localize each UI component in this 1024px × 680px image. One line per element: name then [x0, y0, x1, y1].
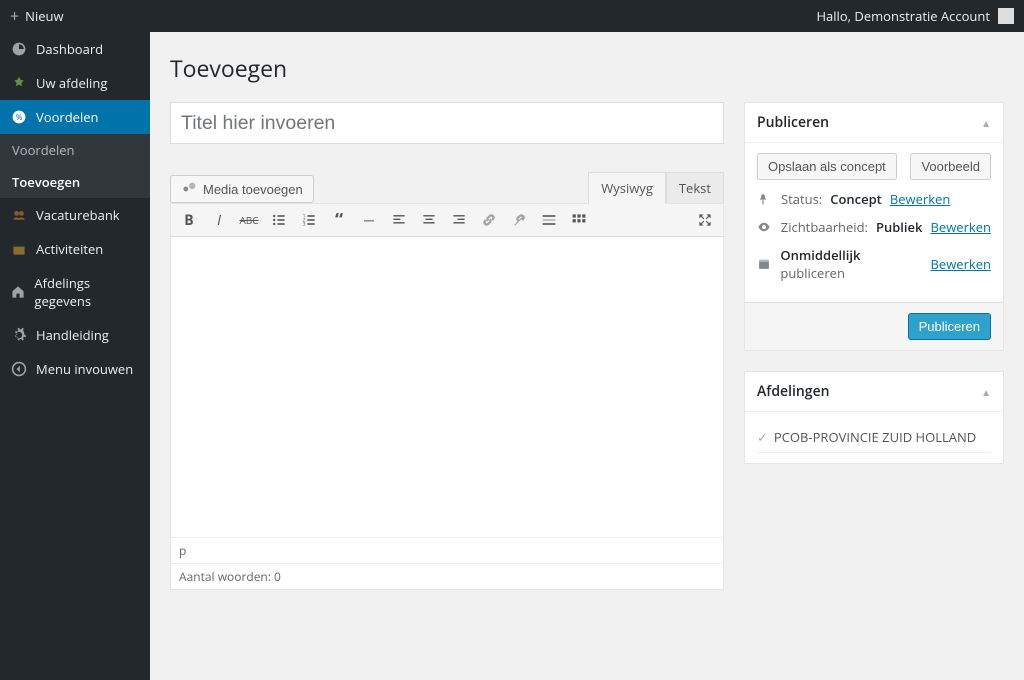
strikethrough-button[interactable]: ABC: [235, 206, 263, 234]
afdelingen-metabox: Afdelingen ▲ ✓ PCOB-PROVINCIE ZUID HOLLA…: [744, 371, 1004, 464]
gear-icon: [10, 326, 28, 344]
sidebar-item-label: Afdelings gegevens: [34, 274, 140, 310]
home-icon: [10, 283, 26, 301]
edit-schedule-link[interactable]: Bewerken: [931, 255, 992, 273]
italic-button[interactable]: I: [205, 206, 233, 234]
sidebar-item-vacaturebank[interactable]: Vacaturebank: [0, 198, 150, 232]
editor-element-path: p: [171, 537, 723, 563]
plus-icon: +: [10, 5, 19, 27]
sidebar-item-activiteiten[interactable]: Activiteiten: [0, 232, 150, 266]
sidebar-submenu: Voordelen Toevoegen: [0, 134, 150, 198]
status-label: Status:: [781, 190, 822, 208]
sidebar-item-voordelen[interactable]: % Voordelen: [0, 100, 150, 134]
formatting-toolbar: B I ABC 123 “ ─: [171, 204, 723, 237]
save-draft-button[interactable]: Opslaan als concept: [757, 153, 897, 180]
sidebar-item-label: Menu invouwen: [36, 360, 133, 378]
sidebar-item-label: Vacaturebank: [36, 206, 120, 224]
visibility-label: Zichtbaarheid:: [781, 218, 868, 236]
fullscreen-button[interactable]: [691, 206, 719, 234]
new-content-button[interactable]: + Nieuw: [10, 5, 64, 27]
schedule-suffix: publiceren: [780, 264, 845, 282]
pin-icon: [757, 192, 773, 206]
align-center-button[interactable]: [415, 206, 443, 234]
add-media-button[interactable]: Media toevoegen: [170, 175, 314, 203]
numbered-list-button[interactable]: 123: [295, 206, 323, 234]
align-right-button[interactable]: [445, 206, 473, 234]
sidebar-item-label: Activiteiten: [36, 240, 103, 258]
afdelingen-metabox-header[interactable]: Afdelingen ▲: [745, 372, 1003, 412]
publish-button[interactable]: Publiceren: [908, 313, 991, 340]
calendar-icon: [757, 257, 772, 271]
editor: B I ABC 123 “ ─: [170, 203, 724, 590]
new-label: Nieuw: [25, 7, 63, 25]
blockquote-button[interactable]: “: [325, 206, 353, 234]
toolbar-toggle-button[interactable]: [565, 206, 593, 234]
collapse-icon: [10, 360, 28, 378]
unlink-button[interactable]: [505, 206, 533, 234]
publish-status-row: Status: Concept Bewerken: [757, 190, 991, 208]
voordelen-icon: %: [10, 108, 28, 126]
publish-metabox-title: Publiceren: [757, 113, 829, 132]
publish-schedule-row: Onmiddellijk publiceren Bewerken: [757, 246, 991, 282]
activiteiten-icon: [10, 240, 28, 258]
afdeling-item[interactable]: ✓ PCOB-PROVINCIE ZUID HOLLAND: [757, 422, 991, 453]
dashboard-icon: [10, 40, 28, 58]
chevron-up-icon: ▲: [981, 116, 991, 130]
editor-word-count: Aantal woorden: 0: [171, 563, 723, 589]
more-button[interactable]: [535, 206, 563, 234]
tab-text[interactable]: Tekst: [666, 172, 724, 203]
sidebar-item-afdelings-gegevens[interactable]: Afdelings gegevens: [0, 266, 150, 318]
sidebar-item-label: Uw afdeling: [36, 74, 107, 92]
department-icon: [10, 74, 28, 92]
publish-metabox: Publiceren ▲ Opslaan als concept Voorbee…: [744, 102, 1004, 351]
add-media-label: Media toevoegen: [203, 182, 303, 197]
afdelingen-metabox-title: Afdelingen: [757, 382, 830, 401]
submenu-item-toevoegen[interactable]: Toevoegen: [0, 166, 150, 198]
bullet-list-button[interactable]: [265, 206, 293, 234]
edit-status-link[interactable]: Bewerken: [890, 190, 951, 208]
edit-visibility-link[interactable]: Bewerken: [931, 218, 992, 236]
sidebar-item-label: Handleiding: [36, 326, 109, 344]
bold-button[interactable]: B: [175, 206, 203, 234]
post-title-input[interactable]: [170, 102, 724, 144]
preview-button[interactable]: Voorbeeld: [910, 153, 991, 180]
main-content: Toevoegen Media toevoegen Wysiwyg Tekst …: [150, 32, 1024, 680]
svg-text:3: 3: [303, 222, 306, 228]
avatar: [998, 8, 1014, 24]
account-menu[interactable]: Hallo, Demonstratie Account: [816, 7, 1014, 25]
afdeling-label: PCOB-PROVINCIE ZUID HOLLAND: [774, 428, 976, 446]
hr-button[interactable]: ─: [355, 206, 383, 234]
visibility-value: Publiek: [876, 218, 923, 236]
sidebar-item-collapse[interactable]: Menu invouwen: [0, 352, 150, 386]
sidebar-item-label: Voordelen: [36, 108, 99, 126]
media-icon: [181, 181, 197, 197]
publish-visibility-row: Zichtbaarheid: Publiek Bewerken: [757, 218, 991, 236]
align-left-button[interactable]: [385, 206, 413, 234]
status-value: Concept: [830, 190, 882, 208]
checkmark-icon: ✓: [757, 428, 768, 446]
publish-metabox-header[interactable]: Publiceren ▲: [745, 103, 1003, 143]
vacaturebank-icon: [10, 206, 28, 224]
sidebar-item-uw-afdeling[interactable]: Uw afdeling: [0, 66, 150, 100]
chevron-up-icon: ▲: [981, 385, 991, 399]
submenu-item-voordelen[interactable]: Voordelen: [0, 134, 150, 166]
admin-topbar: + Nieuw Hallo, Demonstratie Account: [0, 0, 1024, 32]
greeting-text: Hallo, Demonstratie Account: [816, 7, 990, 25]
page-title: Toevoegen: [170, 52, 1004, 84]
sidebar-item-dashboard[interactable]: Dashboard: [0, 32, 150, 66]
eye-icon: [757, 220, 773, 234]
editor-content-area[interactable]: [171, 237, 723, 537]
admin-sidebar: Dashboard Uw afdeling % Voordelen Voorde…: [0, 32, 150, 680]
tab-wysiwyg[interactable]: Wysiwyg: [588, 172, 666, 204]
sidebar-item-label: Dashboard: [36, 40, 103, 58]
schedule-prefix: Onmiddellijk: [780, 246, 860, 264]
link-button[interactable]: [475, 206, 503, 234]
svg-text:%: %: [16, 112, 23, 123]
sidebar-item-handleiding[interactable]: Handleiding: [0, 318, 150, 352]
